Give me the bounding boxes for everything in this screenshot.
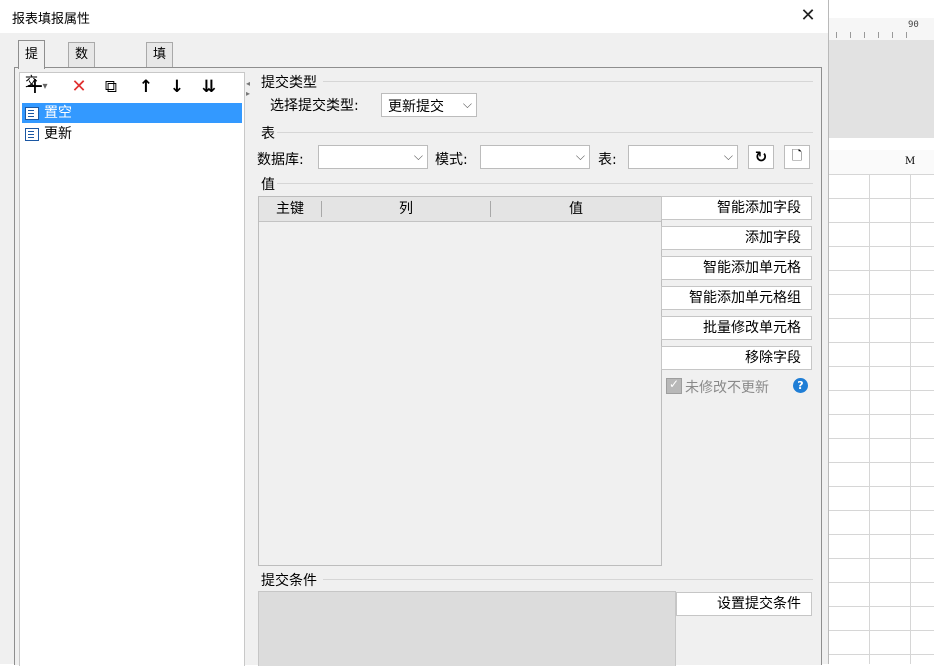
tab-submit[interactable]: 提交 — [18, 40, 46, 90]
add-dropdown-icon[interactable]: ▾ — [40, 75, 50, 99]
database-label: 数据库: — [257, 152, 304, 168]
delete-icon[interactable]: ✕ — [68, 75, 90, 99]
submit-list-pane: + ▾ ✕ ⧉ ↑ ↓ ⇊ 置空 更新 — [19, 72, 245, 666]
add-field-button[interactable]: 添加字段 — [661, 226, 812, 250]
condition-section-label: 提交条件 — [261, 573, 317, 589]
move-up-icon[interactable]: ↑ — [135, 75, 157, 99]
table-select[interactable]: ⌵ — [628, 145, 738, 169]
schema-label: 模式: — [435, 152, 468, 168]
pane-splitter[interactable]: ◂ ▸ — [245, 72, 253, 102]
tab-data-validation[interactable]: 数据校验 — [68, 42, 96, 134]
list-toolbar: + ▾ ✕ ⧉ ↑ ↓ ⇊ — [20, 73, 244, 101]
submit-tab-panel: + ▾ ✕ ⧉ ↑ ↓ ⇊ 置空 更新 ◂ ▸ 提交类型 选择提交类型: — [14, 67, 822, 666]
smart-add-field-button[interactable]: 智能添加字段 — [661, 196, 812, 220]
report-item-icon — [25, 128, 39, 141]
dialog-title: 报表填报属性 — [12, 12, 91, 27]
chevron-down-icon: ⌵ — [723, 149, 733, 163]
smart-add-cell-group-button[interactable]: 智能添加单元格组 — [661, 286, 812, 310]
chevron-down-icon: ⌵ — [462, 97, 472, 111]
refresh-icon[interactable]: ↻ — [748, 145, 774, 169]
value-section-label: 值 — [261, 177, 275, 193]
report-item-icon — [25, 107, 39, 120]
report-fill-properties-dialog: 报表填报属性 ✕ 提交 数据校验 填报快捷键设置 + ▾ ✕ ⧉ ↑ ↓ ⇊ 置… — [0, 0, 829, 666]
database-select[interactable]: ⌵ — [318, 145, 428, 169]
submit-type-label: 选择提交类型: — [270, 98, 359, 114]
help-icon[interactable]: ? — [793, 378, 808, 393]
schema-select[interactable]: ⌵ — [480, 145, 590, 169]
chevron-down-icon: ⌵ — [575, 149, 585, 163]
preview-icon[interactable]: 🗋 — [784, 145, 810, 169]
move-down-icon[interactable]: ↓ — [166, 75, 188, 99]
submit-type-select[interactable]: 更新提交 ⌵ — [381, 93, 477, 117]
chevron-down-icon: ⌵ — [413, 149, 423, 163]
tab-shortcut-settings[interactable]: 填报快捷键设置 — [146, 42, 174, 206]
submit-type-value: 更新提交 — [388, 99, 444, 115]
section-divider — [277, 183, 813, 184]
column-header-row — [828, 150, 934, 175]
copy-icon[interactable]: ⧉ — [100, 75, 122, 99]
section-divider — [323, 579, 813, 580]
column-header-primary-key[interactable]: 主键 — [259, 197, 321, 221]
column-header-value[interactable]: 值 — [491, 197, 661, 221]
spreadsheet-grid — [828, 174, 934, 664]
no-update-checkbox[interactable] — [666, 377, 682, 394]
field-table-header: 主键 列 值 — [259, 197, 661, 222]
section-divider — [277, 132, 813, 133]
column-header-column[interactable]: 列 — [322, 197, 490, 221]
background-gray-area — [828, 40, 934, 138]
field-table: 主键 列 值 — [258, 196, 662, 566]
condition-display-area — [258, 591, 676, 666]
list-item[interactable]: 置空 — [22, 103, 242, 123]
close-icon[interactable]: ✕ — [796, 4, 820, 28]
set-condition-button[interactable]: 设置提交条件 — [676, 592, 812, 616]
list-item-label: 更新 — [44, 126, 72, 142]
column-header-m: M — [905, 156, 916, 167]
ruler-number: 90 — [908, 20, 919, 30]
collapse-left-icon: ◂ — [246, 79, 251, 88]
section-divider — [323, 81, 813, 82]
expand-right-icon: ▸ — [246, 89, 251, 98]
submit-type-section-label: 提交类型 — [261, 75, 317, 91]
list-item[interactable]: 更新 — [22, 124, 242, 144]
list-item-label: 置空 — [44, 105, 72, 121]
batch-modify-cell-button[interactable]: 批量修改单元格 — [661, 316, 812, 340]
smart-add-cell-button[interactable]: 智能添加单元格 — [661, 256, 812, 280]
title-bar: 报表填报属性 ✕ — [0, 0, 828, 33]
no-update-label: 未修改不更新 — [685, 380, 769, 396]
table-label: 表: — [598, 152, 617, 168]
move-bottom-icon[interactable]: ⇊ — [198, 75, 220, 99]
table-section-label: 表 — [261, 126, 275, 142]
remove-field-button[interactable]: 移除字段 — [661, 346, 812, 370]
